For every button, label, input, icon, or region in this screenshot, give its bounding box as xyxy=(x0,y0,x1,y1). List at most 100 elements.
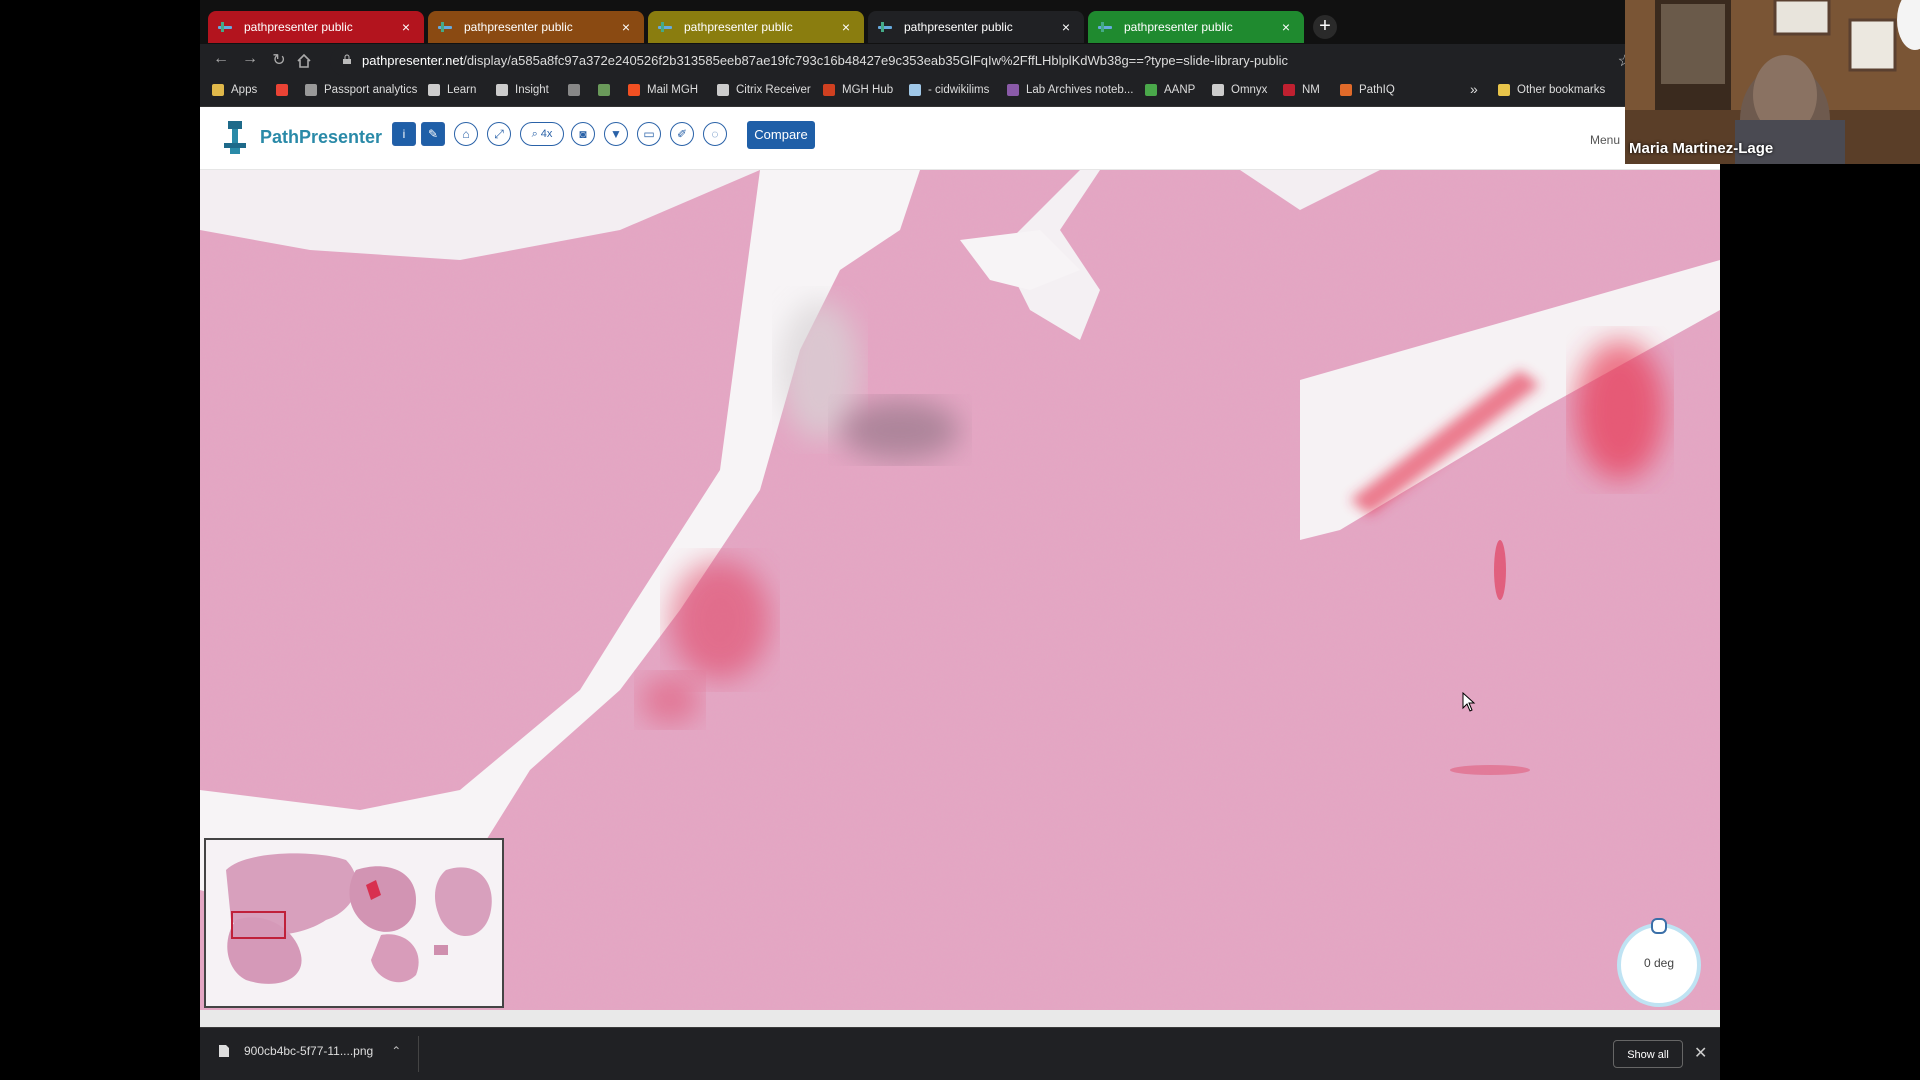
globe-icon xyxy=(1212,84,1224,96)
show-all-button[interactable]: Show all xyxy=(1613,1040,1683,1068)
annotate-button[interactable]: ✎ xyxy=(421,122,445,146)
bookmark-citrix-receiver[interactable]: Citrix Receiver xyxy=(717,84,811,96)
tab-title: pathpresenter public xyxy=(684,20,793,34)
pathpresenter-logo: PathPresenter xyxy=(218,119,382,155)
pathpresenter-favicon-icon xyxy=(218,22,232,32)
bookmark-unnamed[interactable] xyxy=(598,84,617,96)
chevron-up-icon[interactable]: ⌃ xyxy=(391,1044,401,1058)
app-header: PathPresenter i ✎ ⌂ ⤢ ⌕ 4x ◙ ▼ ▭ ✐ ◌ Com… xyxy=(200,107,1720,170)
compare-button[interactable]: Compare xyxy=(747,121,815,149)
bookmark-insight[interactable]: Insight xyxy=(496,84,549,96)
bookmark-pathiq[interactable]: PathIQ xyxy=(1340,84,1395,96)
bookmark-aanp[interactable]: AANP xyxy=(1145,84,1195,96)
pathpresenter-favicon-icon xyxy=(1098,22,1112,32)
other-bookmarks[interactable]: Other bookmarks xyxy=(1498,84,1605,96)
bookmark-label: Passport analytics xyxy=(324,84,418,96)
mouse-cursor-icon xyxy=(1462,692,1476,712)
browser-tab[interactable]: pathpresenter public × xyxy=(208,11,424,43)
webcam-video: Maria Martinez-Lage xyxy=(1625,0,1920,164)
tab-title: pathpresenter public xyxy=(1124,20,1233,34)
rotation-dial[interactable]: 0 deg xyxy=(1617,918,1701,1007)
bookmark-mgh-hub[interactable]: MGH Hub xyxy=(823,84,893,96)
hub-icon xyxy=(823,84,835,96)
tab-title: pathpresenter public xyxy=(464,20,573,34)
bookmark-page-icon xyxy=(909,84,921,96)
aanp-icon xyxy=(1145,84,1157,96)
slide-overview-minimap[interactable] xyxy=(204,838,504,1008)
bookmark-mail-mgh[interactable]: Mail MGH xyxy=(628,84,698,96)
lab-archives-icon xyxy=(1007,84,1019,96)
browser-tab[interactable]: pathpresenter public × xyxy=(1088,11,1304,43)
bookmark-learn[interactable]: Learn xyxy=(428,84,476,96)
bookmarks-overflow-button[interactable]: » xyxy=(1470,81,1478,97)
close-icon[interactable]: × xyxy=(1058,19,1074,35)
bookmark-page-icon xyxy=(496,84,508,96)
home-icon[interactable] xyxy=(296,53,318,69)
fullscreen-button[interactable]: ⤢ xyxy=(487,122,511,146)
rotation-handle[interactable] xyxy=(1651,918,1667,934)
forward-arrow-icon[interactable]: → xyxy=(239,50,261,68)
browser-tab[interactable]: pathpresenter public × xyxy=(648,11,864,43)
apps-grid-icon xyxy=(212,84,224,96)
menu-link[interactable]: Menu xyxy=(1590,133,1620,147)
info-button[interactable]: i xyxy=(392,122,416,146)
zoom-level: 4x xyxy=(540,128,553,140)
filter-button[interactable]: ▼ xyxy=(604,122,628,146)
slide-viewer[interactable]: 0 deg xyxy=(200,170,1720,1010)
globe-icon xyxy=(717,84,729,96)
browser-tab[interactable]: pathpresenter public × xyxy=(428,11,644,43)
rotation-degrees: 0 deg xyxy=(1643,956,1675,970)
divider xyxy=(418,1036,419,1072)
browser-window: pathpresenter public × pathpresenter pub… xyxy=(200,0,1720,1080)
url-path: /display/a585a8fc97a372e240526f2b313585e… xyxy=(463,53,1289,68)
pathpresenter-page: PathPresenter i ✎ ⌂ ⤢ ⌕ 4x ◙ ▼ ▭ ✐ ◌ Com… xyxy=(200,107,1720,1027)
present-button[interactable]: ▭ xyxy=(637,122,661,146)
url-domain: pathpresenter.net xyxy=(362,53,464,68)
zoom-button[interactable]: ⌕ 4x xyxy=(520,122,564,146)
bookmark-gmail[interactable] xyxy=(276,84,295,96)
link-icon xyxy=(305,84,317,96)
bookmark-label: Learn xyxy=(447,84,477,96)
screenshot-button[interactable]: ◙ xyxy=(571,122,595,146)
bookmarks-bar: Apps Passport analytics Learn Insight Ma… xyxy=(200,78,1720,107)
bookmark-label: PathIQ xyxy=(1359,84,1395,96)
magnifier-icon: ⌕ xyxy=(531,128,538,140)
url-text: pathpresenter.net/display/a585a8fc97a372… xyxy=(362,53,1288,68)
bookmark-label: Citrix Receiver xyxy=(736,84,811,96)
close-icon[interactable]: × xyxy=(398,19,414,35)
nm-icon xyxy=(1283,84,1295,96)
close-icon[interactable]: ✕ xyxy=(1694,1043,1707,1063)
home-view-button[interactable]: ⌂ xyxy=(454,122,478,146)
close-icon[interactable]: × xyxy=(838,19,854,35)
file-icon xyxy=(219,1045,229,1057)
close-icon[interactable]: × xyxy=(1278,19,1294,35)
bookmark-label: MGH Hub xyxy=(842,84,894,96)
download-item[interactable]: 900cb4bc-5f77-11....png ⌃ xyxy=(218,1044,401,1058)
bookmark-nm[interactable]: NM xyxy=(1283,84,1320,96)
bookmark-apps[interactable]: Apps xyxy=(212,84,257,96)
tab-title: pathpresenter public xyxy=(904,20,1013,34)
overview-thumbnail xyxy=(206,840,502,1006)
gmail-icon xyxy=(276,84,288,96)
pathiq-icon xyxy=(1340,84,1352,96)
page-footer-strip xyxy=(200,1010,1720,1027)
lock-icon xyxy=(343,54,351,64)
bookmark-unnamed[interactable] xyxy=(568,84,587,96)
bookmark-lab-archives[interactable]: Lab Archives noteb... xyxy=(1007,84,1133,96)
address-bar[interactable]: pathpresenter.net/display/a585a8fc97a372… xyxy=(330,46,1640,76)
close-icon[interactable]: × xyxy=(618,19,634,35)
back-arrow-icon[interactable]: ← xyxy=(210,50,232,68)
bookmark-omnyx[interactable]: Omnyx xyxy=(1212,84,1267,96)
bookmark-label: Insight xyxy=(515,84,549,96)
bookmark-label: Lab Archives noteb... xyxy=(1026,84,1134,96)
rotate-button[interactable]: ◌ xyxy=(703,122,727,146)
browser-tab-active[interactable]: pathpresenter public × xyxy=(868,11,1084,43)
reload-icon[interactable]: ↻ xyxy=(268,50,290,70)
pen-button[interactable]: ✐ xyxy=(670,122,694,146)
folder-icon xyxy=(1498,84,1510,96)
bookmark-cidwikilims[interactable]: - cidwikilims xyxy=(909,84,989,96)
pathpresenter-favicon-icon xyxy=(878,22,892,32)
new-tab-button[interactable]: + xyxy=(1313,15,1337,39)
bookmark-passport-analytics[interactable]: Passport analytics xyxy=(305,84,417,96)
tab-title: pathpresenter public xyxy=(244,20,353,34)
